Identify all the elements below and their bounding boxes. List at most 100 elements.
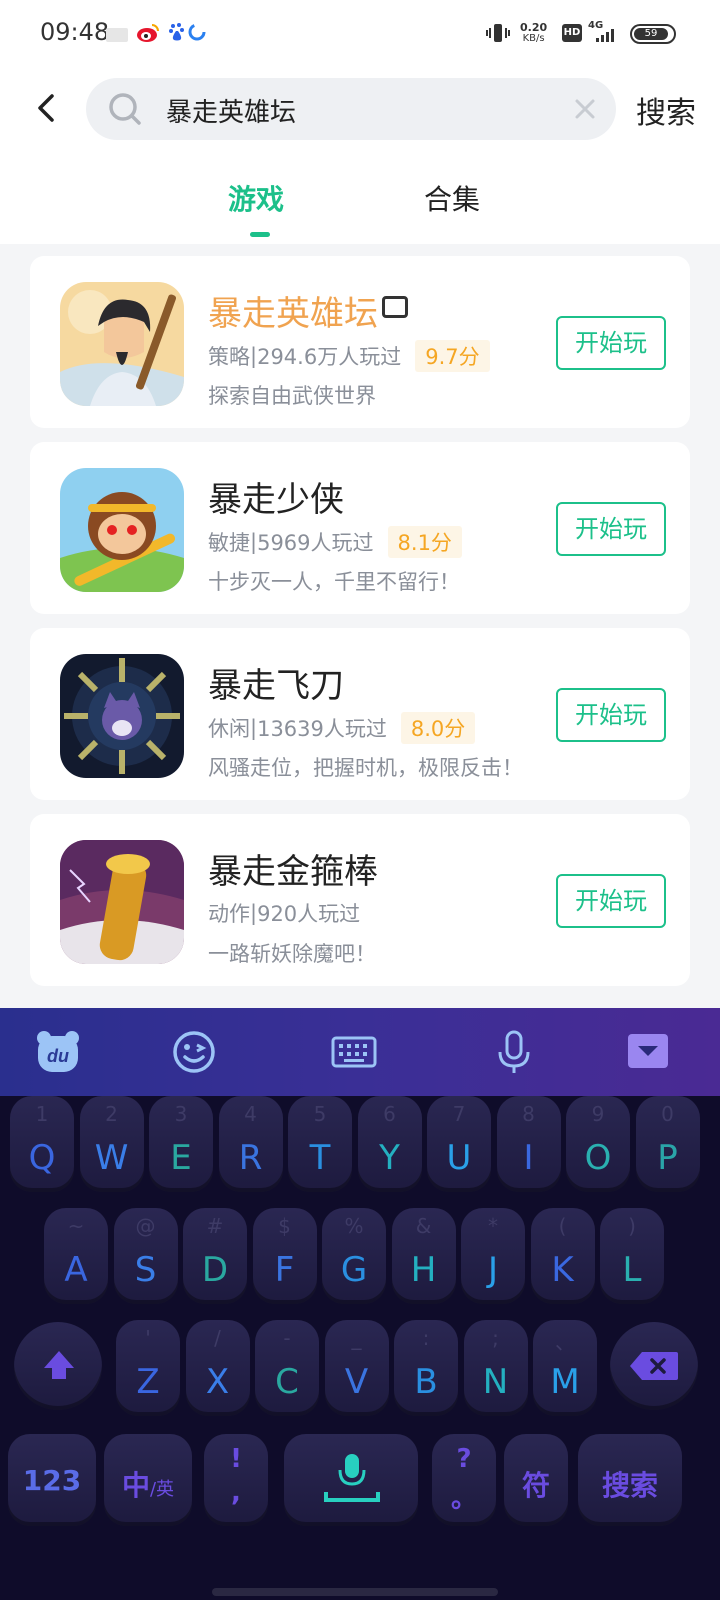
key-r[interactable]: 4R xyxy=(218,1096,283,1192)
hide-keyboard-icon[interactable] xyxy=(624,1028,672,1076)
meta-separator: | xyxy=(250,716,258,740)
key-c[interactable]: -C xyxy=(255,1320,319,1416)
key-y[interactable]: 6Y xyxy=(357,1096,422,1192)
number-key[interactable]: 123 xyxy=(8,1434,96,1526)
game-card[interactable]: 暴走金箍棒 动作 | 920人玩过 一路斩妖除魔吧！ 开始玩 xyxy=(30,814,690,986)
game-category: 策略 xyxy=(208,345,250,369)
shift-key[interactable] xyxy=(14,1322,102,1410)
keyboard-icon[interactable] xyxy=(330,1028,378,1076)
status-bar: 09:48 0.20 KB/s HD 4G 59 xyxy=(0,0,720,68)
key-o[interactable]: 9O xyxy=(566,1096,630,1192)
keyboard: 1Q2W3E4R5T6Y7U8I9O0P ~ A @ S # D $ F% G & H * J(K) L … xyxy=(0,1096,720,1600)
game-players: 5969人玩过 xyxy=(257,531,374,555)
hd-badge: HD xyxy=(562,24,582,42)
tab-games[interactable]: 游戏 xyxy=(228,178,284,218)
svg-text:du: du xyxy=(47,1046,69,1066)
key-u[interactable]: 7U xyxy=(427,1096,491,1192)
key-n[interactable]: ; N xyxy=(463,1320,528,1416)
backspace-key[interactable] xyxy=(610,1322,698,1410)
game-score: 9.7分 xyxy=(415,340,490,372)
punctuation-key[interactable]: ! , xyxy=(204,1434,268,1526)
search-header: 暴走英雄坛 搜索 xyxy=(0,68,720,150)
game-card[interactable]: 暴走少侠 敏捷 | 5969人玩过 8.1分 十步灭一人，千里不留行！ 开始玩 xyxy=(30,442,690,614)
search-icon xyxy=(109,93,141,125)
key-j[interactable]: * J xyxy=(461,1208,525,1304)
keyboard-search-key[interactable]: 搜索 xyxy=(578,1434,682,1526)
network-speed: 0.20 KB/s xyxy=(520,21,548,44)
symbol-key[interactable]: 符 xyxy=(504,1434,568,1526)
game-meta: 动作 | 920人玩过 xyxy=(208,898,360,928)
key-z[interactable]: ' Z xyxy=(116,1320,180,1416)
status-time: 09:48 xyxy=(40,18,110,46)
game-desc: 风骚走位，把握时机，极限反击！ xyxy=(208,756,523,780)
key-h[interactable]: & H xyxy=(391,1208,456,1304)
key-w[interactable]: 2W xyxy=(79,1096,144,1192)
game-meta: 策略 | 294.6万人玩过 9.7分 xyxy=(208,340,490,372)
game-icon xyxy=(60,840,184,964)
game-name: 暴走金箍棒 xyxy=(208,852,378,892)
key-i[interactable]: 8I xyxy=(496,1096,561,1192)
result-tabs: 游戏 合集 xyxy=(0,150,720,244)
emoji-icon[interactable] xyxy=(170,1028,218,1076)
game-icon xyxy=(60,468,184,592)
meta-separator: | xyxy=(250,530,258,554)
key-m[interactable]: 、 M xyxy=(533,1320,597,1416)
key-e[interactable]: 3E xyxy=(149,1096,213,1192)
space-voice-key[interactable] xyxy=(284,1434,418,1526)
back-button[interactable] xyxy=(28,88,68,128)
search-value: 暴走英雄坛 xyxy=(166,98,297,128)
game-category: 休闲 xyxy=(208,717,250,741)
game-card[interactable]: 暴走英雄坛 策略 | 294.6万人玩过 9.7分 探索自由武侠世界 开始玩 xyxy=(30,256,690,428)
play-button[interactable]: 开始玩 xyxy=(556,688,666,742)
key-a[interactable]: ~ A xyxy=(44,1208,108,1304)
key-q[interactable]: 1Q xyxy=(10,1096,74,1192)
game-players: 13639人玩过 xyxy=(257,717,387,741)
game-desc: 一路斩妖除魔吧！ xyxy=(208,942,376,966)
play-button[interactable]: 开始玩 xyxy=(556,316,666,370)
meta-separator: | xyxy=(250,344,258,368)
key-l[interactable]: ) L xyxy=(600,1208,664,1304)
punctuation-key-2[interactable]: ? 。 xyxy=(432,1434,496,1526)
key-g[interactable]: % G xyxy=(322,1208,386,1304)
game-score: 8.1分 xyxy=(387,526,462,558)
shift-icon xyxy=(44,1351,74,1379)
signal-bars-icon xyxy=(596,28,614,42)
game-meta: 敏捷 | 5969人玩过 8.1分 xyxy=(208,526,462,558)
key-p[interactable]: 0P xyxy=(635,1096,700,1192)
game-name: 暴走少侠 xyxy=(208,480,344,520)
backspace-icon xyxy=(630,1352,678,1380)
game-players: 920人玩过 xyxy=(257,902,361,926)
baidu-icon xyxy=(168,22,186,47)
play-button[interactable]: 开始玩 xyxy=(556,502,666,556)
key-f[interactable]: $ F xyxy=(252,1208,317,1304)
sync-icon xyxy=(188,22,206,46)
key-v[interactable]: _ V xyxy=(324,1320,389,1416)
game-desc: 探索自由武侠世界 xyxy=(208,384,376,408)
vibrate-icon xyxy=(486,22,510,49)
key-t[interactable]: 5T xyxy=(288,1096,352,1192)
search-input[interactable]: 暴走英雄坛 xyxy=(86,78,616,140)
ticket-icon xyxy=(382,296,408,318)
language-key[interactable]: 中/英 xyxy=(104,1434,192,1526)
clear-icon[interactable] xyxy=(572,96,598,122)
key-x[interactable]: / X xyxy=(185,1320,250,1416)
battery-icon: 59 xyxy=(630,24,676,44)
game-meta: 休闲 | 13639人玩过 8.0分 xyxy=(208,712,476,744)
keyboard-toolbar: du xyxy=(0,1008,720,1096)
search-button[interactable]: 搜索 xyxy=(636,88,696,132)
game-icon xyxy=(60,282,184,406)
tab-collections[interactable]: 合集 xyxy=(424,178,480,218)
key-b[interactable]: :B xyxy=(394,1320,458,1416)
microphone-icon[interactable] xyxy=(490,1028,538,1076)
game-players: 294.6万人玩过 xyxy=(257,345,402,369)
key-d[interactable]: # D xyxy=(183,1208,247,1304)
game-card[interactable]: 暴走飞刀 休闲 | 13639人玩过 8.0分 风骚走位，把握时机，极限反击！ … xyxy=(30,628,690,800)
key-k[interactable]: (K xyxy=(530,1208,595,1304)
game-category: 动作 xyxy=(208,902,250,926)
play-button[interactable]: 开始玩 xyxy=(556,874,666,928)
du-logo-icon[interactable]: du xyxy=(34,1028,82,1076)
game-icon xyxy=(60,654,184,778)
meta-separator: | xyxy=(250,901,258,925)
key-s[interactable]: @ S xyxy=(113,1208,178,1304)
tab-indicator xyxy=(250,232,270,237)
